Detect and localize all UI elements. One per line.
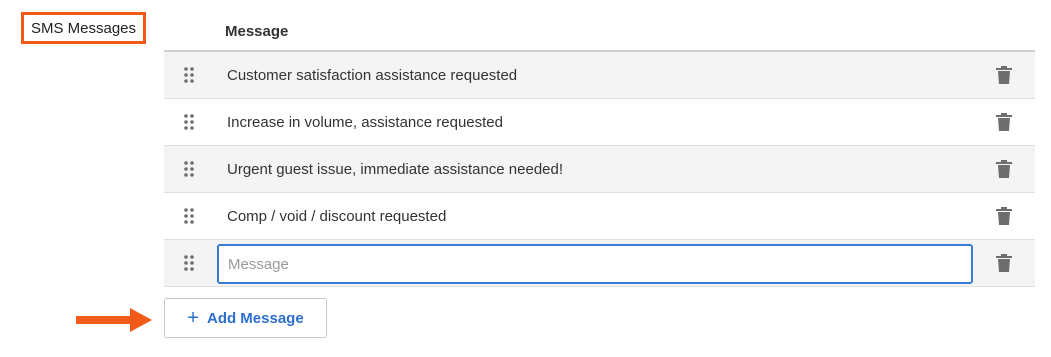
message-input-wrapper (217, 244, 973, 284)
arrow-right-icon (76, 308, 152, 332)
drag-handle-icon[interactable] (184, 161, 194, 177)
drag-handle-icon[interactable] (184, 255, 194, 271)
sms-messages-label: SMS Messages (21, 12, 146, 44)
table-row: Comp / void / discount requested (164, 193, 1035, 240)
drag-handle-icon[interactable] (184, 114, 194, 130)
table-row-new (164, 240, 1035, 287)
table-row: Customer satisfaction assistance request… (164, 52, 1035, 99)
message-text: Customer satisfaction assistance request… (227, 66, 518, 84)
message-text: Comp / void / discount requested (227, 207, 447, 225)
trash-icon[interactable] (996, 254, 1012, 272)
add-message-button[interactable]: + Add Message (164, 298, 327, 338)
message-text: Increase in volume, assistance requested (227, 113, 503, 131)
trash-icon[interactable] (996, 160, 1012, 178)
trash-icon[interactable] (996, 207, 1012, 225)
drag-handle-icon[interactable] (184, 67, 194, 83)
message-column-header: Message (225, 22, 289, 40)
table-row: Increase in volume, assistance requested (164, 99, 1035, 146)
sms-messages-text: SMS Messages (30, 19, 137, 37)
message-input[interactable] (219, 246, 971, 282)
add-message-label: Add Message (206, 309, 304, 327)
drag-handle-icon[interactable] (184, 208, 194, 224)
trash-icon[interactable] (996, 113, 1012, 131)
messages-table: Message Customer satisfaction assistance… (164, 12, 1035, 287)
table-header: Message (164, 12, 1035, 52)
trash-icon[interactable] (996, 66, 1012, 84)
message-text: Urgent guest issue, immediate assistance… (227, 160, 564, 178)
table-row: Urgent guest issue, immediate assistance… (164, 146, 1035, 193)
plus-icon: + (187, 307, 199, 329)
